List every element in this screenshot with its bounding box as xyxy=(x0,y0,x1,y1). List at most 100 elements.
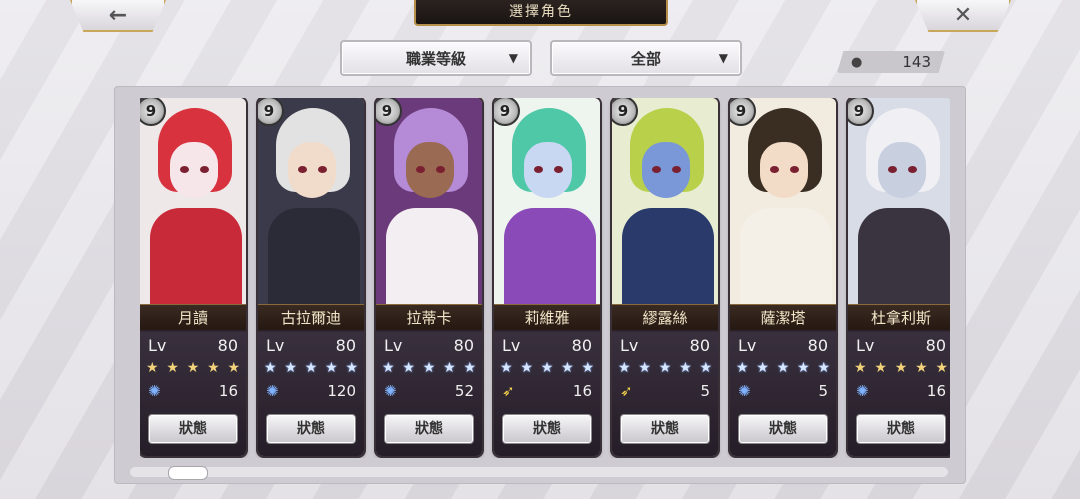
character-stats: Lv 80 ★ ★ ★ ★ ★ ✺ 120 狀態 xyxy=(258,330,364,456)
status-button[interactable]: 狀態 xyxy=(266,414,356,444)
portrait-eye xyxy=(554,166,563,173)
character-card[interactable]: 9 杜拿利斯 Lv 80 ★ ★ ★ ★ ★ ✺ 16 狀態 xyxy=(848,98,950,456)
character-count-badge: ● 143 xyxy=(837,51,945,73)
character-portrait: 9 xyxy=(848,98,950,308)
key-icon: 9 xyxy=(612,98,638,126)
star-icon: ★ xyxy=(207,360,220,376)
swirl-icon: ✺ xyxy=(266,382,279,400)
star-icon: ★ xyxy=(679,360,692,376)
level-value: 80 xyxy=(689,336,710,355)
star-icon: ★ xyxy=(382,360,395,376)
star-icon: ★ xyxy=(756,360,769,376)
star-icon: ★ xyxy=(581,360,594,376)
star-icon: ★ xyxy=(402,360,415,376)
level-value: 80 xyxy=(335,336,356,355)
star-icon: ★ xyxy=(304,360,318,376)
status-button[interactable]: 狀態 xyxy=(856,414,946,444)
character-name: 杜拿利斯 xyxy=(848,304,950,332)
status-button[interactable]: 狀態 xyxy=(384,414,474,444)
portrait-face xyxy=(524,142,572,198)
key-icon: 9 xyxy=(494,98,520,126)
character-name: 莉維雅 xyxy=(494,304,600,332)
sub-stat-value: 16 xyxy=(926,382,946,400)
character-portrait: 9 xyxy=(140,98,246,308)
chevron-down-icon: ▼ xyxy=(718,51,728,65)
sub-stat-row: ✺ 5 xyxy=(738,382,828,400)
character-name: 薩潔塔 xyxy=(730,304,836,332)
character-card[interactable]: 9 月讀 Lv 80 ★ ★ ★ ★ ★ ✺ 16 狀態 xyxy=(140,98,246,456)
character-card[interactable]: 9 拉蒂卡 Lv 80 ★ ★ ★ ★ ★ ✺ 52 狀態 xyxy=(376,98,482,456)
back-button[interactable]: ← xyxy=(70,0,166,32)
character-card[interactable]: 9 薩潔塔 Lv 80 ★ ★ ★ ★ ★ ✺ 5 狀態 xyxy=(730,98,836,456)
character-card[interactable]: 9 古拉爾迪 Lv 80 ★ ★ ★ ★ ★ ✺ 120 狀態 xyxy=(258,98,364,456)
level-value: 80 xyxy=(571,336,592,355)
back-arrow-icon: ← xyxy=(108,2,128,28)
scrollbar-track[interactable] xyxy=(130,467,948,477)
chevron-down-icon: ▼ xyxy=(508,51,518,65)
star-icon: ★ xyxy=(618,360,631,376)
portrait-body xyxy=(740,208,832,308)
character-portrait: 9 xyxy=(494,98,600,308)
portrait-eye xyxy=(770,166,779,173)
portrait-eye xyxy=(672,166,681,173)
close-icon: ✕ xyxy=(953,2,973,28)
star-icon: ★ xyxy=(658,360,672,376)
star-rating: ★ ★ ★ ★ ★ xyxy=(500,360,594,376)
character-card[interactable]: 9 莉維雅 Lv 80 ★ ★ ★ ★ ★ ➶ 16 狀態 xyxy=(494,98,600,456)
star-rating: ★ ★ ★ ★ ★ xyxy=(146,360,240,376)
portrait-eye xyxy=(652,166,661,173)
star-icon: ★ xyxy=(284,360,297,376)
key-icon: 9 xyxy=(376,98,402,126)
character-name: 月讀 xyxy=(140,304,246,332)
star-icon: ★ xyxy=(915,360,928,376)
level-label: Lv xyxy=(384,336,403,355)
character-name: 古拉爾迪 xyxy=(258,304,364,332)
swirl-icon: ✺ xyxy=(384,382,397,400)
sub-stat-value: 16 xyxy=(218,382,238,400)
star-icon: ★ xyxy=(345,360,358,376)
level-label: Lv xyxy=(266,336,285,355)
star-icon: ★ xyxy=(894,360,908,376)
swirl-icon: ✺ xyxy=(856,382,869,400)
status-button[interactable]: 狀態 xyxy=(738,414,828,444)
character-count: 143 xyxy=(902,53,931,71)
status-button[interactable]: 狀態 xyxy=(620,414,710,444)
status-button[interactable]: 狀態 xyxy=(148,414,238,444)
key-icon: 9 xyxy=(140,98,166,126)
star-rating: ★ ★ ★ ★ ★ xyxy=(736,360,830,376)
character-card[interactable]: 9 繆露絲 Lv 80 ★ ★ ★ ★ ★ ➶ 5 狀態 xyxy=(612,98,718,456)
portrait-face xyxy=(642,142,690,198)
sub-stat-row: ✺ 120 xyxy=(266,382,356,400)
class-level-dropdown[interactable]: 職業等級 ▼ xyxy=(340,40,532,76)
portrait-eye xyxy=(416,166,425,173)
star-icon: ★ xyxy=(699,360,712,376)
key-icon: 9 xyxy=(258,98,284,126)
star-icon: ★ xyxy=(146,360,159,376)
feather-icon: ➶ xyxy=(620,382,633,400)
scrollbar-thumb[interactable] xyxy=(168,466,208,480)
character-portrait: 9 xyxy=(612,98,718,308)
star-icon: ★ xyxy=(520,360,533,376)
portrait-eye xyxy=(200,166,209,173)
character-portrait: 9 xyxy=(258,98,364,308)
character-card-list[interactable]: 9 月讀 Lv 80 ★ ★ ★ ★ ★ ✺ 16 狀態 9 古拉爾迪 Lv 8… xyxy=(140,98,950,458)
star-icon: ★ xyxy=(561,360,574,376)
level-row: Lv 80 xyxy=(266,336,356,355)
portrait-eye xyxy=(180,166,189,173)
level-label: Lv xyxy=(502,336,521,355)
star-icon: ★ xyxy=(463,360,476,376)
category-dropdown[interactable]: 全部 ▼ xyxy=(550,40,742,76)
portrait-face xyxy=(760,142,808,198)
level-row: Lv 80 xyxy=(738,336,828,355)
portrait-body xyxy=(268,208,360,308)
portrait-body xyxy=(504,208,596,308)
star-icon: ★ xyxy=(736,360,749,376)
portrait-eye xyxy=(888,166,897,173)
status-button[interactable]: 狀態 xyxy=(502,414,592,444)
swirl-icon: ✺ xyxy=(738,382,751,400)
star-icon: ★ xyxy=(186,360,200,376)
star-icon: ★ xyxy=(227,360,240,376)
level-label: Lv xyxy=(620,336,639,355)
close-button[interactable]: ✕ xyxy=(915,0,1011,32)
level-row: Lv 80 xyxy=(856,336,946,355)
